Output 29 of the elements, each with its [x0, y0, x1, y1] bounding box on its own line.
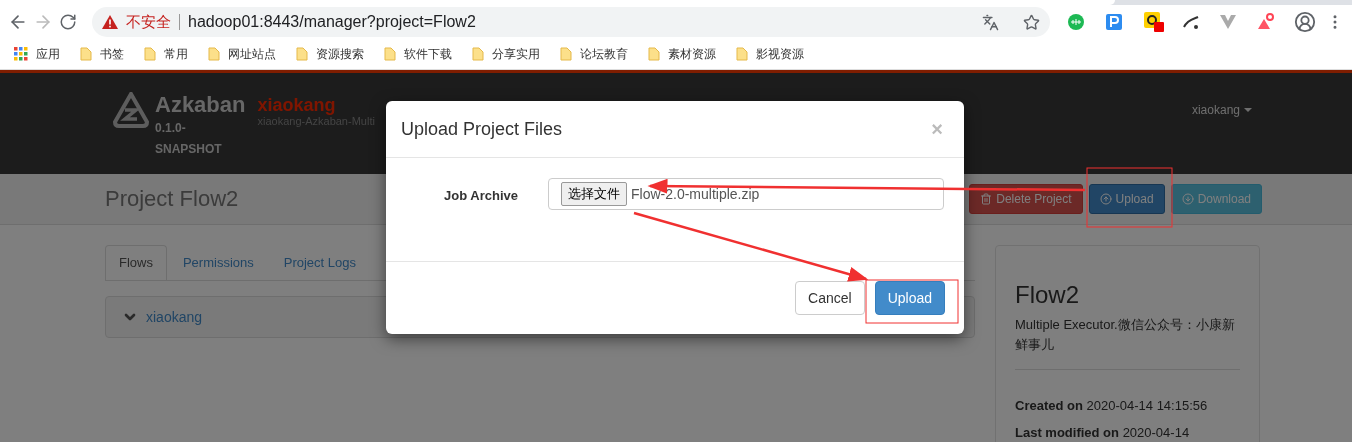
cancel-button[interactable]: Cancel — [795, 281, 865, 315]
flow-description: Multiple Executor.微信公众号：小康新鲜事儿 — [1015, 316, 1236, 354]
bookmark-item[interactable]: 软件下载 — [384, 45, 452, 63]
bookmark-item[interactable]: 素材资源 — [648, 45, 716, 63]
bookmark-item[interactable]: 资源搜索 — [296, 45, 364, 63]
bookmark-item[interactable]: 常用 — [144, 45, 188, 63]
version-text: 0.1.0-SNAPSHOT — [155, 120, 223, 158]
brand-name: Azkaban — [155, 92, 246, 118]
modified-date: Last modified on 2020-04-14 — [1015, 425, 1191, 440]
url-text: hadoop01:8443/manager?project=Flow2 — [188, 13, 477, 31]
security-label: 不安全 — [126, 14, 180, 30]
upload-button[interactable]: Upload — [874, 281, 945, 315]
file-input-field[interactable]: 选择文件 Flow-2.0-multiple.zip — [548, 178, 944, 210]
bookmark-item[interactable]: 网址站点 — [208, 45, 276, 63]
field-label: Job Archive — [443, 188, 518, 203]
tab[interactable]: Flows — [105, 245, 167, 280]
page-title: Project Flow2 — [105, 186, 239, 212]
bookmark-item[interactable]: 论坛教育 — [560, 45, 628, 63]
created-date: Created on 2020-04-14 14:15:56 — [1015, 398, 1209, 413]
bookmark-item[interactable]: 影视资源 — [736, 45, 804, 63]
file-name: Flow-2.0-multiple.zip — [631, 186, 760, 202]
bookmark-item[interactable]: 应用 — [14, 45, 60, 63]
flow-title: Flow2 — [1015, 281, 1081, 309]
bookmark-item[interactable]: 分享实用 — [472, 45, 540, 63]
bookmark-item[interactable]: 书签 — [80, 45, 124, 63]
address-bar[interactable]: 不安全 hadoop01:8443/manager?project=Flow2 — [92, 7, 1050, 37]
choose-file-button[interactable]: 选择文件 — [561, 182, 627, 206]
project-name: xiaokang — [257, 95, 337, 115]
dialog-title: Upload Project Files — [401, 118, 564, 140]
